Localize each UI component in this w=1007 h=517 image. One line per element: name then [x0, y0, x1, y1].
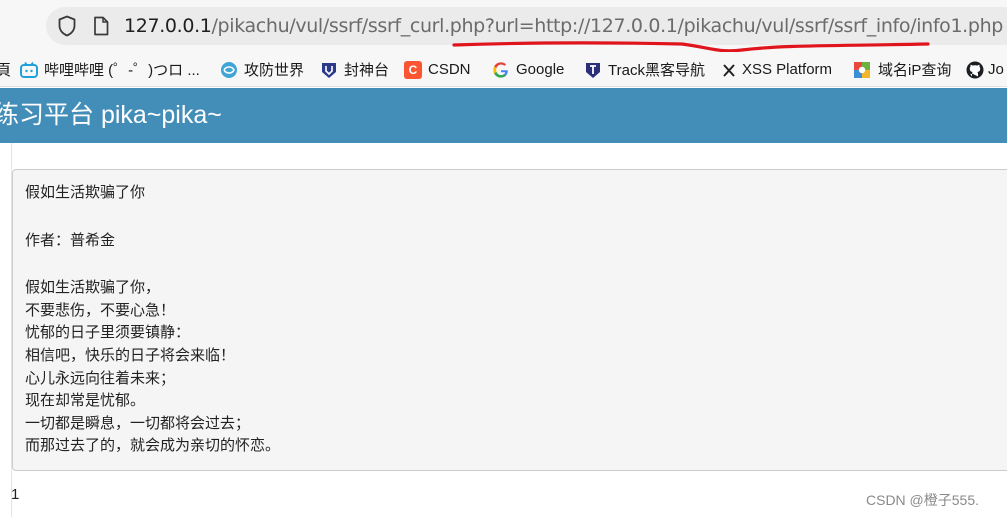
- bookmark-github[interactable]: Jo: [966, 52, 1004, 87]
- page-number: 1: [11, 486, 20, 503]
- bookmark-label: CSDN: [428, 61, 471, 78]
- bookmark-fengshentai[interactable]: 封神台: [320, 52, 389, 87]
- bookmark-label: XSS Platform: [742, 61, 833, 78]
- poem-author: 作者：普希金: [25, 231, 116, 249]
- url-path: /pikachu/vul/ssrf/ssrf_curl.php?url=http…: [211, 15, 1004, 37]
- bookmark-adworld[interactable]: 攻防世界: [220, 52, 304, 87]
- bookmark-csdn[interactable]: C CSDN: [404, 52, 471, 87]
- poem-line: 现在却常是忧郁。: [25, 392, 146, 410]
- poem-line: 忧郁的日子里须要镇静：: [25, 324, 191, 342]
- poem-line: 相信吧，快乐的日子将会来临！: [25, 346, 236, 364]
- bookmark-label: 攻防世界: [244, 62, 305, 79]
- bilibili-icon: [20, 61, 38, 79]
- page-icon[interactable]: [93, 16, 109, 36]
- track-icon: [584, 61, 602, 79]
- bookmark-partial[interactable]: 頁: [0, 52, 11, 87]
- site-title: 练习平台 pika~pika~: [0, 101, 222, 129]
- bookmark-label: 封神台: [344, 62, 390, 79]
- xss-icon: [722, 61, 736, 79]
- poem-line: 假如生活欺骗了你，: [25, 279, 161, 297]
- csdn-icon: C: [404, 60, 422, 79]
- bookmark-label: 哔哩哔哩 (゜-゜)つロ ...: [44, 62, 200, 79]
- bookmark-domain-query[interactable]: 域名iP查询: [853, 52, 951, 87]
- poem-line: 不要悲伤，不要心急！: [25, 301, 176, 319]
- bookmark-label: Google: [516, 61, 565, 78]
- poem-line: 而那过去了的，就会成为亲切的怀恋。: [25, 437, 281, 455]
- domain-icon: [853, 61, 871, 79]
- poem-line: 心儿永远向往着未来；: [25, 369, 176, 387]
- bookmarks-bar: 頁 哔哩哔哩 (゜-゜)つロ ... 攻防世界 封神台 C CSDN Googl…: [0, 52, 1007, 87]
- bookmark-label: 頁: [0, 62, 12, 79]
- bookmark-bilibili[interactable]: 哔哩哔哩 (゜-゜)つロ ...: [20, 52, 200, 87]
- shield-icon[interactable]: [57, 15, 77, 37]
- browser-toolbar: 127.0.0.1/pikachu/vul/ssrf/ssrf_curl.php…: [0, 0, 1007, 53]
- bookmark-label: Track黑客导航: [608, 62, 705, 79]
- adworld-icon: [220, 61, 238, 79]
- bookmark-label: 域名iP查询: [878, 62, 952, 79]
- bookmark-label: Jo: [988, 61, 1004, 78]
- bookmark-xss-platform[interactable]: XSS Platform: [722, 52, 832, 87]
- github-icon: [966, 61, 984, 79]
- google-icon: [492, 61, 510, 79]
- fengshentai-icon: [320, 61, 338, 79]
- poem-line: 一切都是瞬息，一切都将会过去；: [25, 414, 251, 432]
- bookmark-track[interactable]: Track黑客导航: [584, 52, 705, 87]
- poem-output-box: 假如生活欺骗了你 作者：普希金 假如生活欺骗了你， 不要悲伤，不要心急！ 忧郁的…: [12, 169, 1007, 471]
- poem-title: 假如生活欺骗了你: [25, 184, 146, 201]
- watermark: CSDN @橙子555.: [866, 492, 980, 508]
- url-host: 127.0.0.1: [124, 15, 212, 37]
- site-header: 练习平台 pika~pika~: [0, 88, 1007, 143]
- bookmark-google[interactable]: Google: [492, 52, 564, 87]
